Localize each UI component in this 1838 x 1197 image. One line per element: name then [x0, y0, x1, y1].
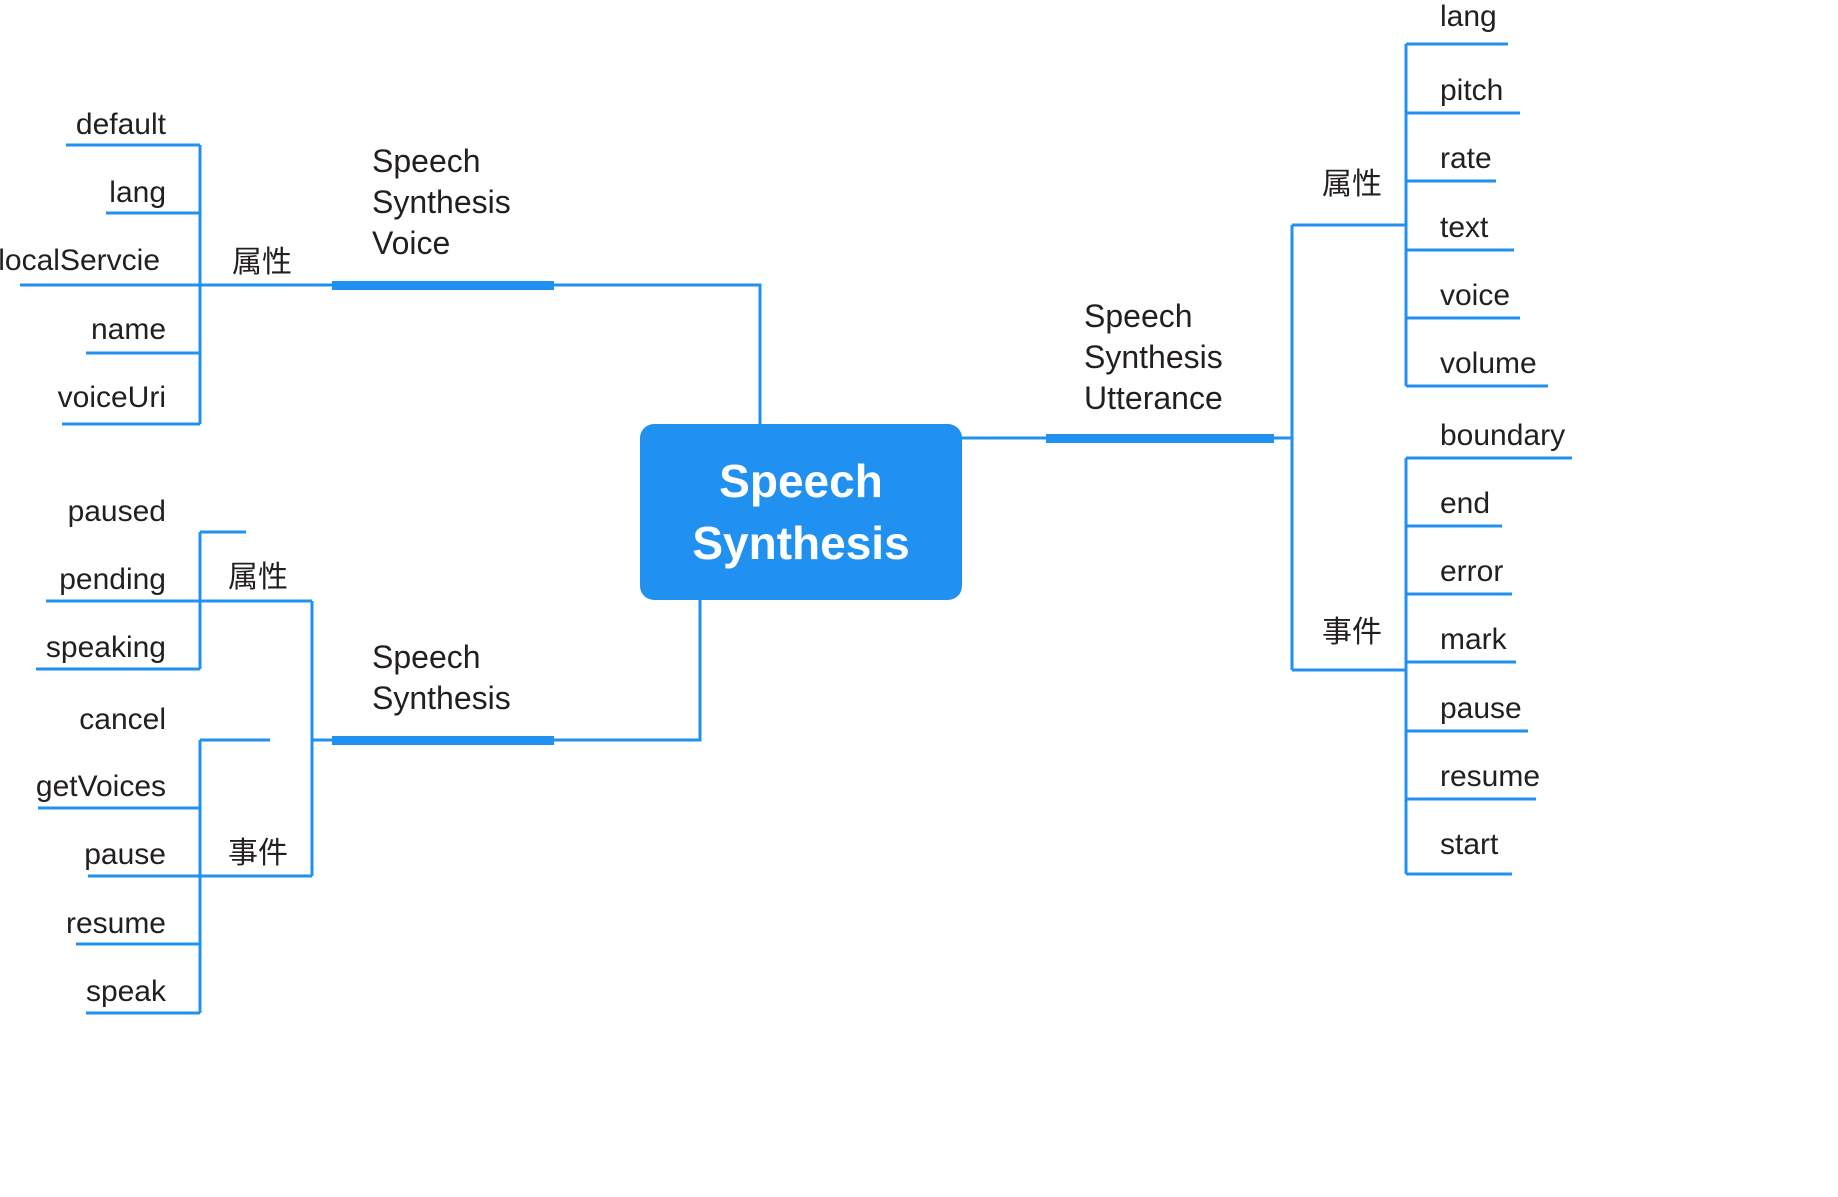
category-label-synthesis-attributes[interactable]: 属性: [228, 558, 288, 598]
category-label-utterance-events[interactable]: 事件: [1322, 613, 1382, 653]
leaf-synthesis-resume[interactable]: resume: [66, 904, 166, 944]
mindmap-canvas: Speech Synthesis Speech Synthesis Voice …: [0, 0, 1838, 1197]
leaf-utterance-error[interactable]: error: [1440, 552, 1503, 592]
leaf-utterance-pause[interactable]: pause: [1440, 689, 1522, 729]
leaf-utterance-text[interactable]: text: [1440, 208, 1488, 248]
branch-title-speech-synthesis-voice[interactable]: Speech Synthesis Voice: [372, 141, 511, 264]
leaf-utterance-lang[interactable]: lang: [1440, 0, 1497, 37]
leaf-synthesis-speaking[interactable]: speaking: [46, 628, 166, 668]
leaf-utterance-volume[interactable]: volume: [1440, 344, 1537, 384]
branch-title-speech-synthesis[interactable]: Speech Synthesis: [372, 637, 511, 719]
leaf-utterance-resume[interactable]: resume: [1440, 757, 1540, 797]
leaf-voice-name[interactable]: name: [91, 310, 166, 350]
leaf-utterance-voice[interactable]: voice: [1440, 276, 1510, 316]
leaf-utterance-boundary[interactable]: boundary: [1440, 416, 1565, 456]
leaf-synthesis-paused[interactable]: paused: [68, 492, 166, 532]
branch-title-speech-synthesis-utterance[interactable]: Speech Synthesis Utterance: [1084, 296, 1223, 419]
center-node[interactable]: Speech Synthesis: [640, 424, 962, 600]
leaf-voice-voiceuri[interactable]: voiceUri: [58, 378, 166, 418]
leaf-voice-localservcie[interactable]: localServcie: [0, 241, 160, 281]
leaf-voice-lang[interactable]: lang: [109, 173, 166, 213]
leaf-utterance-end[interactable]: end: [1440, 484, 1490, 524]
category-label-voice-attributes[interactable]: 属性: [232, 243, 292, 283]
center-node-label: Speech Synthesis: [692, 455, 910, 569]
leaf-synthesis-speak[interactable]: speak: [86, 972, 166, 1012]
category-label-utterance-attributes[interactable]: 属性: [1322, 165, 1382, 205]
leaf-utterance-start[interactable]: start: [1440, 825, 1498, 865]
leaf-utterance-mark[interactable]: mark: [1440, 620, 1507, 660]
category-label-synthesis-events[interactable]: 事件: [228, 834, 288, 874]
leaf-synthesis-getvoices[interactable]: getVoices: [36, 767, 166, 807]
leaf-voice-default[interactable]: default: [76, 105, 166, 145]
leaf-synthesis-cancel[interactable]: cancel: [79, 700, 166, 740]
leaf-utterance-pitch[interactable]: pitch: [1440, 71, 1503, 111]
leaf-synthesis-pending[interactable]: pending: [59, 560, 166, 600]
leaf-utterance-rate[interactable]: rate: [1440, 139, 1492, 179]
leaf-synthesis-pause[interactable]: pause: [84, 835, 166, 875]
